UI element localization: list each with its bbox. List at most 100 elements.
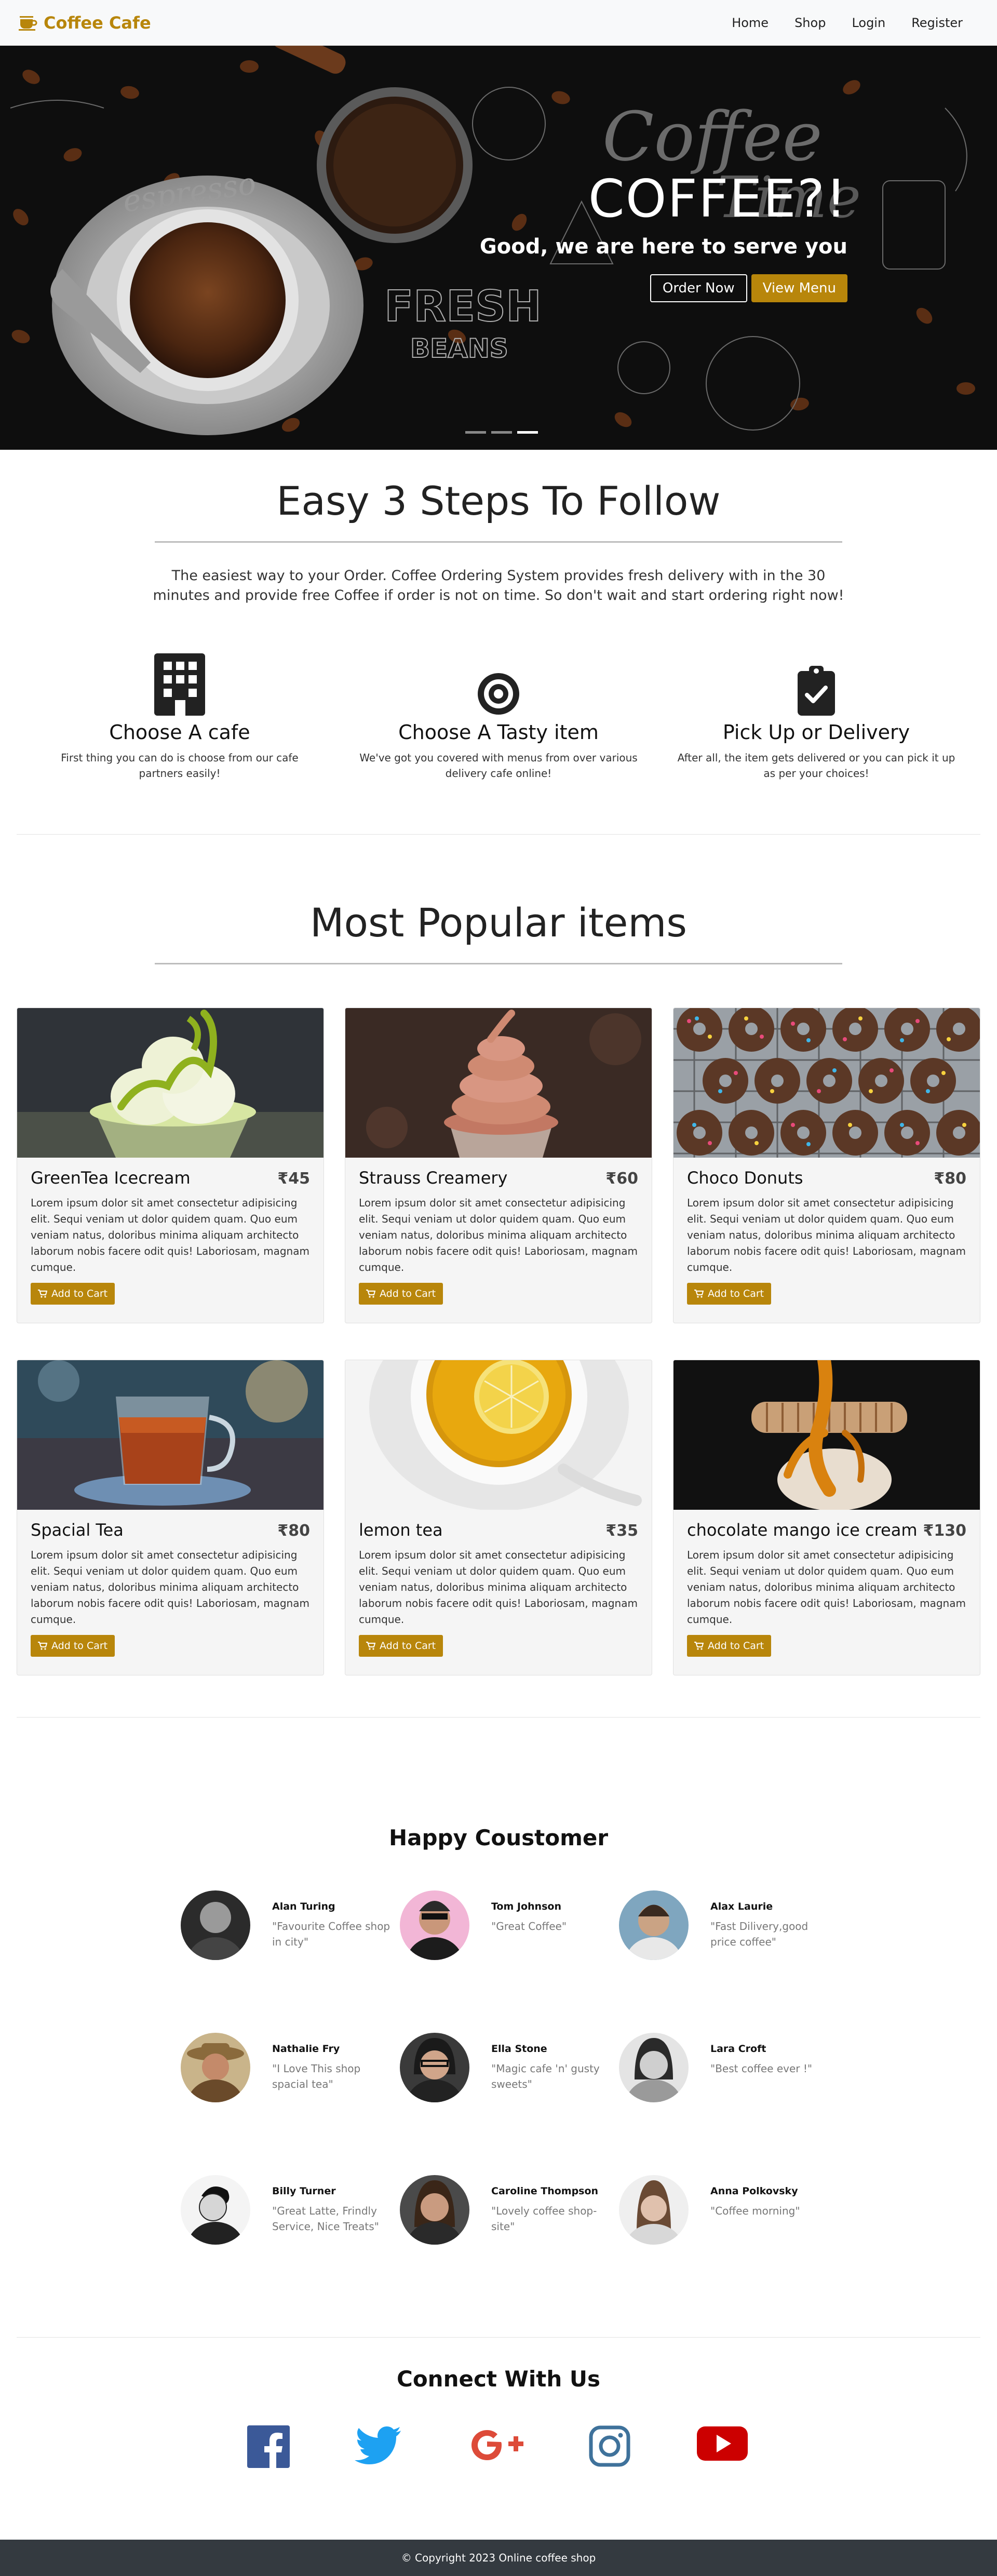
product-name: chocolate mango ice cream <box>687 1520 918 1540</box>
add-to-cart-label: Add to Cart <box>708 1288 764 1299</box>
twitter-icon[interactable] <box>354 2425 402 2467</box>
cart-icon <box>38 1642 47 1650</box>
avatar <box>400 1890 469 1960</box>
add-to-cart-button[interactable]: Add to Cart <box>31 1283 115 1305</box>
instagram-icon[interactable] <box>589 2425 630 2467</box>
carousel-indicator[interactable] <box>465 431 486 434</box>
hero-title: COFFEE?! <box>588 168 847 229</box>
section-divider <box>17 1717 980 1718</box>
clipboard-check-icon <box>798 666 835 716</box>
order-now-button[interactable]: Order Now <box>650 274 747 302</box>
testimonial: Alax Laurie "Fast Dilivery,good price co… <box>619 1890 837 1963</box>
product-card: lemon tea ₹35 Lorem ipsum dolor sit amet… <box>345 1360 652 1675</box>
add-to-cart-label: Add to Cart <box>708 1640 764 1652</box>
step-description: First thing you can do is choose from ou… <box>61 752 299 780</box>
product-description: Lorem ipsum dolor sit amet consectetur a… <box>31 1197 309 1273</box>
step-description: After all, the item gets delivered or yo… <box>677 752 955 780</box>
avatar <box>400 2175 469 2245</box>
carousel-indicator[interactable] <box>517 431 538 434</box>
product-description: Lorem ipsum dolor sit amet consectetur a… <box>687 1549 966 1626</box>
target-icon <box>478 673 519 715</box>
product-description: Lorem ipsum dolor sit amet consectetur a… <box>359 1197 638 1273</box>
carousel-indicator[interactable] <box>491 431 512 434</box>
customer-name: Lara Croft <box>710 2043 766 2055</box>
product-description: Lorem ipsum dolor sit amet consectetur a… <box>687 1197 966 1273</box>
customer-name: Anna Polkovsky <box>710 2185 798 2197</box>
step-title: Pick Up or Delivery <box>722 721 910 744</box>
step-choose-item: Choose A Tasty item We've got you covere… <box>348 652 649 781</box>
customer-name: Alan Turing <box>272 1901 335 1912</box>
bg-text-fresh: FRESH <box>384 282 542 331</box>
testimonial: Tom Johnson "Great Coffee" <box>400 1890 618 1963</box>
customer-name: Nathalie Fry <box>272 2043 340 2055</box>
section-divider <box>17 834 980 835</box>
add-to-cart-label: Add to Cart <box>51 1288 108 1299</box>
product-name: Strauss Creamery <box>359 1168 508 1188</box>
customer-quote: "Best coffee ever !" <box>710 2062 813 2075</box>
product-price: ₹130 <box>923 1522 967 1540</box>
nav-login[interactable]: Login <box>852 16 885 30</box>
hero-buttons: Order Now View Menu <box>650 274 847 302</box>
product-name: Choco Donuts <box>687 1168 803 1188</box>
step-choose-cafe: Choose A cafe First thing you can do is … <box>29 652 330 781</box>
nav-home[interactable]: Home <box>732 16 769 30</box>
customer-name: Ella Stone <box>491 2043 547 2055</box>
add-to-cart-label: Add to Cart <box>380 1288 436 1299</box>
hero-carousel: Coffee Time espresso FRESH BEANS COFFEE?… <box>0 46 997 450</box>
brand[interactable]: Coffee Cafe <box>19 13 151 33</box>
step-description: We've got you covered with menus from ov… <box>359 752 638 780</box>
customer-quote: "Great Latte, Frindly Service, Nice Trea… <box>272 2205 379 2233</box>
google-plus-icon[interactable] <box>467 2425 526 2465</box>
youtube-icon[interactable] <box>697 2425 748 2462</box>
add-to-cart-label: Add to Cart <box>51 1640 108 1652</box>
customer-quote: "Lovely coffee shop-site" <box>491 2205 597 2233</box>
section-divider <box>17 2337 980 2338</box>
product-description: Lorem ipsum dolor sit amet consectetur a… <box>359 1549 638 1626</box>
testimonial: Alan Turing "Favourite Coffee shop in ci… <box>181 1890 399 1963</box>
nav-register[interactable]: Register <box>911 16 963 30</box>
testimonial: Billy Turner "Great Latte, Frindly Servi… <box>181 2175 399 2248</box>
add-to-cart-button[interactable]: Add to Cart <box>359 1635 443 1657</box>
avatar <box>181 2033 250 2102</box>
product-price: ₹45 <box>277 1170 310 1188</box>
step-title: Choose A cafe <box>109 721 250 744</box>
hero-subtitle: Good, we are here to serve you <box>479 235 847 259</box>
customer-quote: "Fast Dilivery,good price coffee" <box>710 1920 809 1948</box>
cart-icon <box>366 1642 375 1650</box>
add-to-cart-button[interactable]: Add to Cart <box>31 1635 115 1657</box>
product-image-lemon-tea <box>345 1360 652 1510</box>
testimonial: Lara Croft "Best coffee ever !" <box>619 2033 837 2105</box>
customer-quote: "Coffee morning" <box>710 2205 800 2217</box>
product-card: GreenTea Icecream ₹45 Lorem ipsum dolor … <box>17 1008 324 1323</box>
steps-rule <box>155 541 842 543</box>
testimonial: Ella Stone "Magic cafe 'n' gusty sweets" <box>400 2033 618 2105</box>
product-image-spacial-tea <box>17 1360 324 1510</box>
facebook-icon[interactable] <box>247 2425 290 2468</box>
product-name: lemon tea <box>359 1520 443 1540</box>
avatar <box>400 2033 469 2102</box>
product-price: ₹60 <box>605 1170 638 1188</box>
carousel-indicators <box>465 431 538 434</box>
customers-title: Happy Coustomer <box>388 1825 609 1850</box>
nav-shop[interactable]: Shop <box>794 16 826 30</box>
product-image-chocolate-mango-ice-cream <box>673 1360 980 1510</box>
product-name: GreenTea Icecream <box>31 1168 191 1188</box>
cart-icon <box>694 1290 704 1298</box>
testimonial: Caroline Thompson "Lovely coffee shop-si… <box>400 2175 618 2248</box>
add-to-cart-button[interactable]: Add to Cart <box>687 1635 772 1657</box>
testimonial: Anna Polkovsky "Coffee morning" <box>619 2175 837 2248</box>
product-price: ₹80 <box>277 1522 310 1540</box>
popular-rule <box>155 963 842 964</box>
customer-name: Billy Turner <box>272 2185 336 2197</box>
product-image-choco-donuts <box>673 1008 980 1158</box>
add-to-cart-button[interactable]: Add to Cart <box>687 1283 772 1305</box>
step-pickup-delivery: Pick Up or Delivery After all, the item … <box>666 652 967 781</box>
customer-name: Tom Johnson <box>491 1901 561 1912</box>
cart-icon <box>694 1642 704 1650</box>
bg-text-beans: BEANS <box>410 333 508 364</box>
view-menu-button[interactable]: View Menu <box>751 274 847 302</box>
cart-icon <box>38 1290 47 1298</box>
product-card: chocolate mango ice cream ₹130 Lorem ips… <box>673 1360 980 1675</box>
avatar <box>181 1890 250 1960</box>
add-to-cart-button[interactable]: Add to Cart <box>359 1283 443 1305</box>
